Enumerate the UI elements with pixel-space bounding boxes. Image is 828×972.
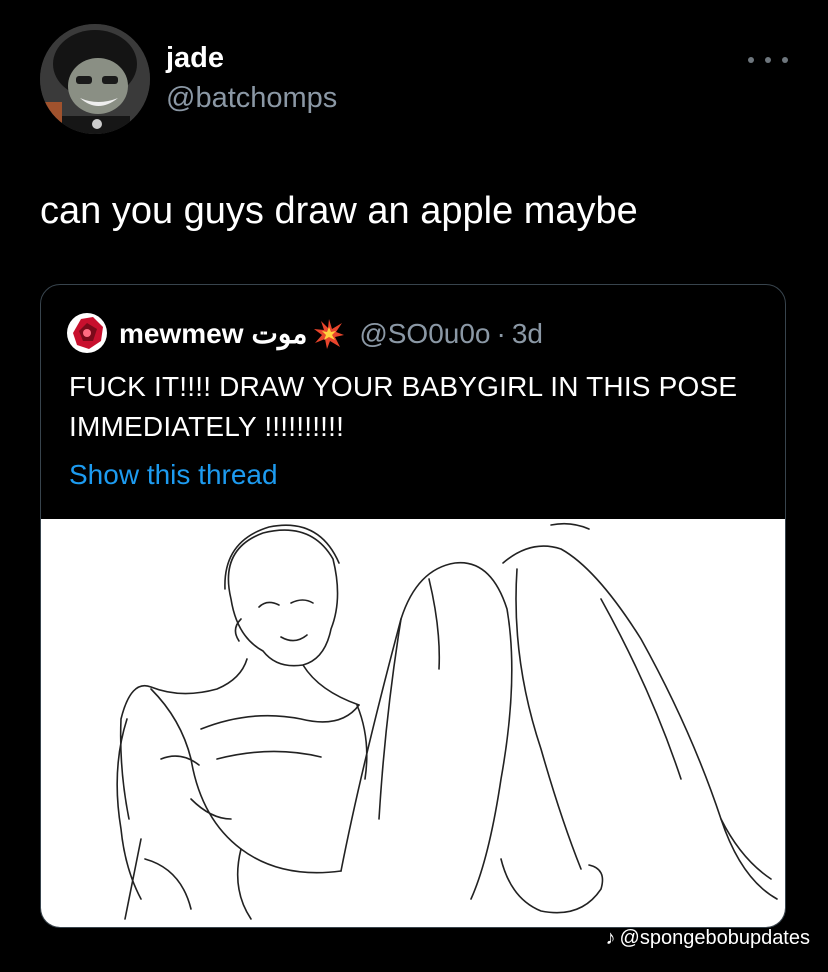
display-name[interactable]: jade <box>166 42 224 75</box>
show-thread-link[interactable]: Show this thread <box>69 459 278 491</box>
quote-timestamp[interactable]: 3d <box>512 318 543 350</box>
quote-text: FUCK IT!!!! DRAW YOUR BABYGIRL IN THIS P… <box>69 371 738 442</box>
quote-avatar[interactable] <box>67 313 107 353</box>
quote-header: mewmew موت @SO0u0o · 3d <box>119 317 543 350</box>
tiktok-icon: ♪ <box>605 927 616 949</box>
tweet-text: can you guys draw an apple maybe <box>40 190 638 232</box>
more-dot <box>782 57 788 63</box>
quote-avatar-image <box>67 313 107 353</box>
avatar[interactable] <box>40 24 150 134</box>
quote-handle[interactable]: @SO0u0o <box>359 318 490 350</box>
watermark: ♪ @spongebobupdates <box>606 927 810 950</box>
quote-separator: · <box>496 317 506 349</box>
user-handle[interactable]: @batchomps <box>166 82 337 115</box>
collision-icon <box>313 318 345 350</box>
quote-display-name[interactable]: mewmew <box>119 318 244 350</box>
more-dot <box>765 57 771 63</box>
sketch-drawing <box>116 522 778 920</box>
tweet[interactable]: jade @batchomps can you guys draw an app… <box>0 0 828 972</box>
more-horizontal-icon[interactable] <box>748 50 788 70</box>
avatar-image <box>40 24 150 134</box>
pose-sketch-image[interactable] <box>41 519 785 927</box>
watermark-text: @spongebobupdates <box>619 927 810 949</box>
more-dot <box>748 57 754 63</box>
quote-name-suffix: موت <box>251 318 308 349</box>
quoted-tweet[interactable]: mewmew موت @SO0u0o · 3d FUCK IT!!!! DRAW… <box>40 284 786 928</box>
